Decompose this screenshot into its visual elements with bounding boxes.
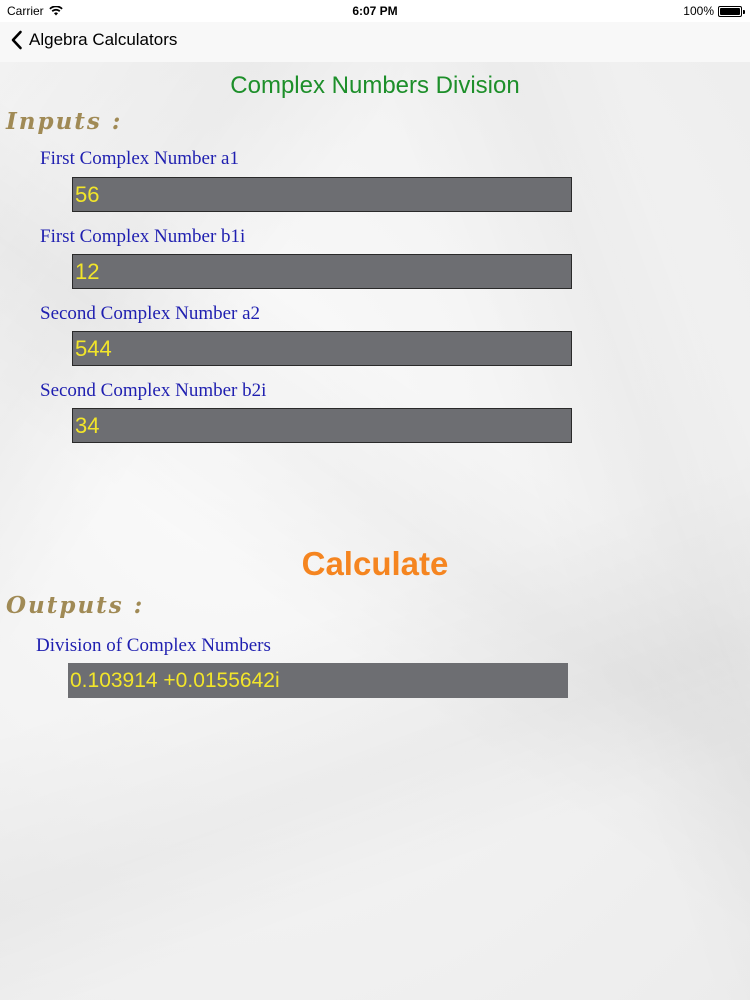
input-b2i[interactable]: 34 [72,408,572,443]
status-time: 6:07 PM [352,4,398,18]
battery-indicator: 100% [683,4,745,18]
status-bar: Carrier 6:07 PM 100% [0,0,750,22]
input-b1i[interactable]: 12 [72,254,572,289]
field-label-a1: First Complex Number a1 [40,148,239,169]
field-label-b1i: First Complex Number b1i [40,226,246,247]
output-result: 0.103914 +0.0155642i [68,663,568,698]
page-title: Complex Numbers Division [230,72,520,99]
outputs-heading: Outputs : [6,592,145,619]
battery-icon [718,5,745,17]
field-label-a2: Second Complex Number a2 [40,303,261,324]
back-button-label: Algebra Calculators [29,30,178,49]
input-a1[interactable]: 56 [72,177,572,212]
field-label-b2i: Second Complex Number b2i [40,380,267,401]
navigation-bar: Algebra Calculators [0,22,750,62]
back-button[interactable]: Algebra Calculators [10,30,177,50]
calculate-button[interactable]: Calculate [0,545,750,583]
chevron-left-icon [11,30,22,50]
input-a2[interactable]: 544 [72,331,572,366]
battery-percent: 100% [683,4,714,18]
inputs-heading: Inputs : [6,108,123,135]
output-label: Division of Complex Numbers [36,635,271,656]
